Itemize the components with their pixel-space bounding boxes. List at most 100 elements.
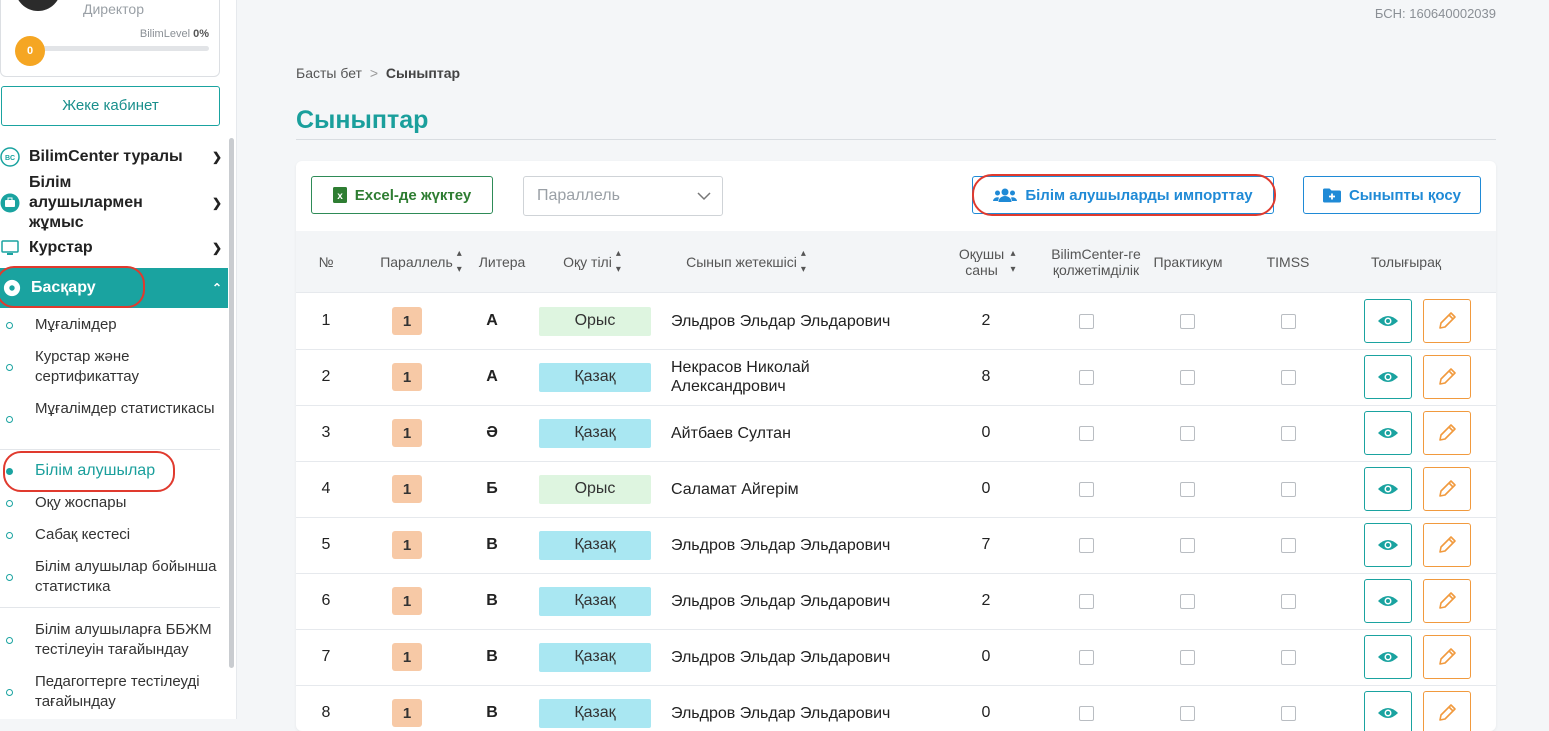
edit-button[interactable] bbox=[1423, 411, 1471, 455]
bullet-icon bbox=[6, 500, 13, 507]
sidebar-scrollbar[interactable] bbox=[229, 138, 234, 668]
practicum-checkbox[interactable] bbox=[1179, 481, 1195, 497]
nav-item-management[interactable]: Басқару ⌃ bbox=[0, 268, 228, 308]
submenu-item-students[interactable]: Білім алушылар bbox=[0, 461, 228, 481]
col-teacher[interactable]: Сынып жетекшісі ▴ ▾ bbox=[671, 231, 821, 292]
chevron-up-icon: ⌃ bbox=[211, 281, 222, 295]
practicum-checkbox[interactable] bbox=[1179, 425, 1195, 441]
view-button[interactable] bbox=[1364, 635, 1412, 679]
view-button[interactable] bbox=[1364, 579, 1412, 623]
edit-button[interactable] bbox=[1423, 467, 1471, 511]
submenu-item-assign-bbzhm[interactable]: Білім алушыларға ББЖМ тестілеуін тағайын… bbox=[0, 620, 228, 660]
timss-checkbox[interactable] bbox=[1280, 481, 1296, 497]
practicum-checkbox[interactable] bbox=[1179, 593, 1195, 609]
breadcrumb-current: Сыныптар bbox=[385, 65, 461, 81]
parallel-cell: 1 bbox=[392, 517, 422, 573]
language-cell: Қазақ bbox=[539, 629, 651, 685]
excel-download-button[interactable]: x Excel-де жүктеу bbox=[311, 176, 493, 214]
language-badge: Қазақ bbox=[539, 642, 651, 672]
view-button[interactable] bbox=[1364, 523, 1412, 567]
parallel-badge: 1 bbox=[392, 419, 422, 447]
edit-cell bbox=[1423, 629, 1471, 685]
students-count: 0 bbox=[981, 648, 991, 665]
view-cell bbox=[1364, 685, 1412, 731]
monitor-icon bbox=[0, 238, 20, 258]
divider bbox=[0, 607, 220, 608]
edit-button[interactable] bbox=[1423, 691, 1471, 731]
bilimcenter-checkbox[interactable] bbox=[1078, 369, 1094, 385]
submenu-label: Педагогтерге тестілеуді тағайындау bbox=[35, 673, 200, 710]
submenu-item-teachers[interactable]: Мұғалімдер bbox=[0, 315, 228, 335]
timss-checkbox[interactable] bbox=[1280, 313, 1296, 329]
timss-checkbox[interactable] bbox=[1280, 425, 1296, 441]
bilimcenter-checkbox[interactable] bbox=[1078, 537, 1094, 553]
pencil-icon bbox=[1439, 424, 1456, 441]
chevron-down-icon: ❯ bbox=[211, 196, 222, 210]
bilimcenter-checkbox[interactable] bbox=[1078, 481, 1094, 497]
nav-label: Білім алушылармен жұмыс bbox=[29, 174, 143, 231]
timss-checkbox[interactable] bbox=[1280, 593, 1296, 609]
row-number: 3 bbox=[321, 424, 331, 441]
bilimcenter-logo-icon: BC bbox=[0, 147, 20, 167]
submenu-label: Сабақ кестесі bbox=[35, 526, 131, 543]
row-number: 7 bbox=[321, 648, 331, 665]
level-name: BilimLevel bbox=[139, 28, 191, 40]
row-number: 5 bbox=[321, 536, 331, 553]
view-button[interactable] bbox=[1364, 467, 1412, 511]
submenu-item-courses-certification[interactable]: Курстар және сертификаттау bbox=[0, 347, 228, 387]
col-students[interactable]: Оқушы саны ▴ ▾ bbox=[946, 231, 1026, 292]
sort-icon: ▴ ▾ bbox=[615, 247, 621, 275]
col-parallel[interactable]: Параллель ▴ ▾ bbox=[371, 231, 471, 292]
practicum-checkbox[interactable] bbox=[1179, 649, 1195, 665]
practicum-checkbox[interactable] bbox=[1179, 313, 1195, 329]
view-button[interactable] bbox=[1364, 411, 1412, 455]
submenu-item-student-stats[interactable]: Білім алушылар бойынша статистика bbox=[0, 557, 228, 597]
nav-item-students-work[interactable]: Білім алушылармен жұмыс ❯ bbox=[0, 174, 228, 231]
bilimcenter-checkbox[interactable] bbox=[1078, 313, 1094, 329]
table-row: 2 1 А Қазақ Некрасов Николай Александрович 8 bbox=[296, 349, 1496, 406]
parallel-select-placeholder: Параллель bbox=[537, 187, 620, 204]
practicum-checkbox[interactable] bbox=[1179, 705, 1195, 721]
import-students-button[interactable]: Білім алушыларды импорттау bbox=[972, 176, 1274, 214]
bilimcenter-checkbox-cell bbox=[1076, 685, 1096, 731]
add-class-button[interactable]: Сыныпты қосу bbox=[1303, 176, 1481, 214]
edit-button[interactable] bbox=[1423, 523, 1471, 567]
edit-button[interactable] bbox=[1423, 299, 1471, 343]
submenu-item-curriculum[interactable]: Оқу жоспары bbox=[0, 493, 228, 513]
timss-checkbox[interactable] bbox=[1280, 649, 1296, 665]
timss-checkbox[interactable] bbox=[1280, 369, 1296, 385]
parallel-badge: 1 bbox=[392, 643, 422, 671]
nav-item-bilimcenter[interactable]: BC BilimCenter туралы ❯ bbox=[0, 146, 228, 168]
col-details: Толығырақ bbox=[1370, 253, 1442, 270]
practicum-checkbox[interactable] bbox=[1179, 537, 1195, 553]
breadcrumb-home[interactable]: Басты бет bbox=[296, 65, 362, 81]
row-number: 4 bbox=[321, 480, 331, 497]
submenu-item-assign-teacher-tests[interactable]: Педагогтерге тестілеуді тағайындау bbox=[0, 672, 228, 712]
edit-button[interactable] bbox=[1423, 579, 1471, 623]
edit-button[interactable] bbox=[1423, 635, 1471, 679]
timss-checkbox[interactable] bbox=[1280, 537, 1296, 553]
parallel-select[interactable]: Параллель bbox=[523, 176, 723, 216]
language-cell: Қазақ bbox=[539, 405, 651, 461]
bilimcenter-checkbox[interactable] bbox=[1078, 425, 1094, 441]
bilimcenter-checkbox[interactable] bbox=[1078, 705, 1094, 721]
personal-cabinet-button[interactable]: Жеке кабинет bbox=[1, 86, 220, 126]
timss-checkbox[interactable] bbox=[1280, 705, 1296, 721]
col-language-label: Оқу тілі bbox=[563, 253, 612, 270]
submenu-item-schedule[interactable]: Сабақ кестесі bbox=[0, 525, 228, 545]
bilimcenter-checkbox[interactable] bbox=[1078, 649, 1094, 665]
parallel-badge: 1 bbox=[392, 531, 422, 559]
submenu-label: Білім алушылар бойынша статистика bbox=[35, 558, 217, 595]
practicum-checkbox[interactable] bbox=[1179, 369, 1195, 385]
view-button[interactable] bbox=[1364, 299, 1412, 343]
eye-icon bbox=[1378, 372, 1398, 382]
bilimcenter-checkbox[interactable] bbox=[1078, 593, 1094, 609]
teacher-cell: Эльдров Эльдар Эльдарович bbox=[671, 704, 891, 722]
view-button[interactable] bbox=[1364, 355, 1412, 399]
col-language[interactable]: Оқу тілі ▴ ▾ bbox=[536, 231, 648, 292]
edit-button[interactable] bbox=[1423, 355, 1471, 399]
view-cell bbox=[1364, 629, 1412, 685]
nav-item-courses[interactable]: Курстар ❯ bbox=[0, 237, 228, 259]
submenu-item-teacher-stats[interactable]: Мұғалімдер статистикасы bbox=[0, 399, 228, 439]
view-button[interactable] bbox=[1364, 691, 1412, 731]
